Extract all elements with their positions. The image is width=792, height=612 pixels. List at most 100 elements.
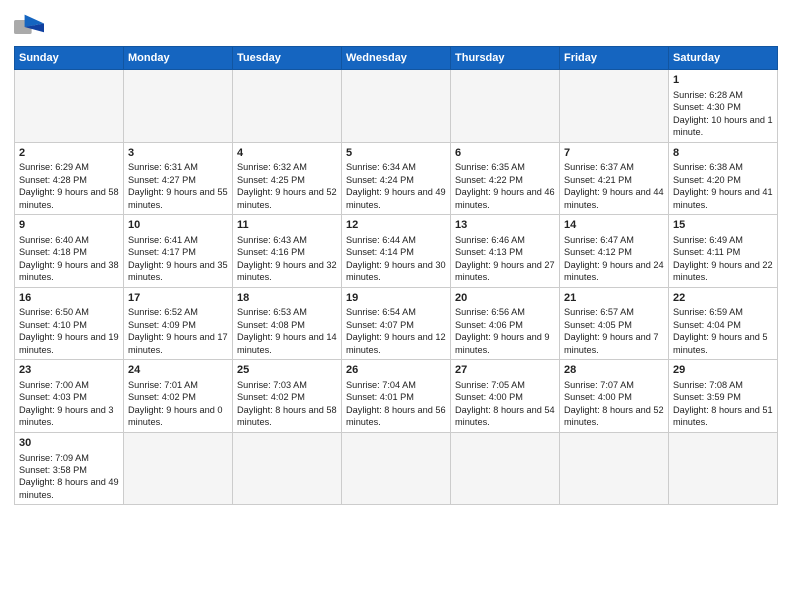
day-number: 7 [564,146,664,161]
calendar-cell: 5Sunrise: 6:34 AM Sunset: 4:24 PM Daylig… [342,142,451,215]
day-number: 21 [564,291,664,306]
header [14,10,778,40]
logo [14,10,50,40]
day-number: 24 [128,363,228,378]
day-number: 5 [346,146,446,161]
day-number: 3 [128,146,228,161]
calendar-cell [342,432,451,505]
calendar-cell: 12Sunrise: 6:44 AM Sunset: 4:14 PM Dayli… [342,215,451,288]
day-info: Sunrise: 7:01 AM Sunset: 4:02 PM Dayligh… [128,379,228,429]
calendar-cell [560,70,669,143]
day-info: Sunrise: 6:59 AM Sunset: 4:04 PM Dayligh… [673,306,773,356]
day-info: Sunrise: 6:28 AM Sunset: 4:30 PM Dayligh… [673,89,773,139]
day-info: Sunrise: 6:43 AM Sunset: 4:16 PM Dayligh… [237,234,337,284]
calendar-cell: 15Sunrise: 6:49 AM Sunset: 4:11 PM Dayli… [669,215,778,288]
day-info: Sunrise: 6:50 AM Sunset: 4:10 PM Dayligh… [19,306,119,356]
calendar-cell: 4Sunrise: 6:32 AM Sunset: 4:25 PM Daylig… [233,142,342,215]
calendar-cell: 1Sunrise: 6:28 AM Sunset: 4:30 PM Daylig… [669,70,778,143]
calendar-cell: 10Sunrise: 6:41 AM Sunset: 4:17 PM Dayli… [124,215,233,288]
day-number: 12 [346,218,446,233]
day-info: Sunrise: 6:40 AM Sunset: 4:18 PM Dayligh… [19,234,119,284]
calendar-week-row: 30Sunrise: 7:09 AM Sunset: 3:58 PM Dayli… [15,432,778,505]
day-info: Sunrise: 7:04 AM Sunset: 4:01 PM Dayligh… [346,379,446,429]
day-number: 6 [455,146,555,161]
day-info: Sunrise: 6:41 AM Sunset: 4:17 PM Dayligh… [128,234,228,284]
calendar-week-row: 23Sunrise: 7:00 AM Sunset: 4:03 PM Dayli… [15,360,778,433]
calendar-cell: 7Sunrise: 6:37 AM Sunset: 4:21 PM Daylig… [560,142,669,215]
day-number: 18 [237,291,337,306]
calendar-cell [124,70,233,143]
day-info: Sunrise: 6:37 AM Sunset: 4:21 PM Dayligh… [564,161,664,211]
calendar-week-row: 2Sunrise: 6:29 AM Sunset: 4:28 PM Daylig… [15,142,778,215]
calendar-cell [342,70,451,143]
calendar-cell [233,70,342,143]
calendar-cell [124,432,233,505]
day-number: 4 [237,146,337,161]
weekday-header-monday: Monday [124,47,233,70]
day-number: 13 [455,218,555,233]
calendar-cell [451,70,560,143]
day-info: Sunrise: 6:54 AM Sunset: 4:07 PM Dayligh… [346,306,446,356]
calendar-cell: 26Sunrise: 7:04 AM Sunset: 4:01 PM Dayli… [342,360,451,433]
day-info: Sunrise: 6:46 AM Sunset: 4:13 PM Dayligh… [455,234,555,284]
weekday-header-sunday: Sunday [15,47,124,70]
day-info: Sunrise: 6:34 AM Sunset: 4:24 PM Dayligh… [346,161,446,211]
day-number: 10 [128,218,228,233]
calendar-cell [669,432,778,505]
calendar-header: SundayMondayTuesdayWednesdayThursdayFrid… [15,47,778,70]
calendar-cell [15,70,124,143]
day-number: 15 [673,218,773,233]
calendar-week-row: 9Sunrise: 6:40 AM Sunset: 4:18 PM Daylig… [15,215,778,288]
weekday-header-friday: Friday [560,47,669,70]
day-number: 9 [19,218,119,233]
calendar-week-row: 1Sunrise: 6:28 AM Sunset: 4:30 PM Daylig… [15,70,778,143]
day-number: 8 [673,146,773,161]
day-info: Sunrise: 7:05 AM Sunset: 4:00 PM Dayligh… [455,379,555,429]
calendar-cell: 13Sunrise: 6:46 AM Sunset: 4:13 PM Dayli… [451,215,560,288]
day-number: 30 [19,436,119,451]
weekday-header-saturday: Saturday [669,47,778,70]
calendar-cell: 8Sunrise: 6:38 AM Sunset: 4:20 PM Daylig… [669,142,778,215]
day-info: Sunrise: 7:00 AM Sunset: 4:03 PM Dayligh… [19,379,119,429]
calendar-cell: 29Sunrise: 7:08 AM Sunset: 3:59 PM Dayli… [669,360,778,433]
day-number: 11 [237,218,337,233]
calendar-cell: 18Sunrise: 6:53 AM Sunset: 4:08 PM Dayli… [233,287,342,360]
calendar-cell: 25Sunrise: 7:03 AM Sunset: 4:02 PM Dayli… [233,360,342,433]
day-info: Sunrise: 6:38 AM Sunset: 4:20 PM Dayligh… [673,161,773,211]
calendar-cell [560,432,669,505]
calendar-cell: 14Sunrise: 6:47 AM Sunset: 4:12 PM Dayli… [560,215,669,288]
calendar-cell: 6Sunrise: 6:35 AM Sunset: 4:22 PM Daylig… [451,142,560,215]
day-info: Sunrise: 6:32 AM Sunset: 4:25 PM Dayligh… [237,161,337,211]
calendar-week-row: 16Sunrise: 6:50 AM Sunset: 4:10 PM Dayli… [15,287,778,360]
calendar-cell: 3Sunrise: 6:31 AM Sunset: 4:27 PM Daylig… [124,142,233,215]
day-number: 1 [673,73,773,88]
calendar-cell: 30Sunrise: 7:09 AM Sunset: 3:58 PM Dayli… [15,432,124,505]
day-info: Sunrise: 6:47 AM Sunset: 4:12 PM Dayligh… [564,234,664,284]
day-info: Sunrise: 7:07 AM Sunset: 4:00 PM Dayligh… [564,379,664,429]
day-info: Sunrise: 6:49 AM Sunset: 4:11 PM Dayligh… [673,234,773,284]
day-number: 23 [19,363,119,378]
generalblue-logo-icon [14,14,44,40]
day-info: Sunrise: 6:56 AM Sunset: 4:06 PM Dayligh… [455,306,555,356]
weekday-header-wednesday: Wednesday [342,47,451,70]
weekday-header-thursday: Thursday [451,47,560,70]
calendar-cell: 2Sunrise: 6:29 AM Sunset: 4:28 PM Daylig… [15,142,124,215]
day-number: 22 [673,291,773,306]
day-info: Sunrise: 6:29 AM Sunset: 4:28 PM Dayligh… [19,161,119,211]
calendar-cell [451,432,560,505]
day-info: Sunrise: 6:31 AM Sunset: 4:27 PM Dayligh… [128,161,228,211]
day-number: 26 [346,363,446,378]
day-info: Sunrise: 7:09 AM Sunset: 3:58 PM Dayligh… [19,452,119,502]
day-number: 20 [455,291,555,306]
day-info: Sunrise: 7:03 AM Sunset: 4:02 PM Dayligh… [237,379,337,429]
calendar-cell: 19Sunrise: 6:54 AM Sunset: 4:07 PM Dayli… [342,287,451,360]
day-number: 29 [673,363,773,378]
calendar-cell [233,432,342,505]
calendar-cell: 20Sunrise: 6:56 AM Sunset: 4:06 PM Dayli… [451,287,560,360]
day-info: Sunrise: 6:52 AM Sunset: 4:09 PM Dayligh… [128,306,228,356]
page: SundayMondayTuesdayWednesdayThursdayFrid… [0,0,792,612]
day-number: 28 [564,363,664,378]
calendar-cell: 27Sunrise: 7:05 AM Sunset: 4:00 PM Dayli… [451,360,560,433]
calendar-cell: 24Sunrise: 7:01 AM Sunset: 4:02 PM Dayli… [124,360,233,433]
calendar-body: 1Sunrise: 6:28 AM Sunset: 4:30 PM Daylig… [15,70,778,505]
